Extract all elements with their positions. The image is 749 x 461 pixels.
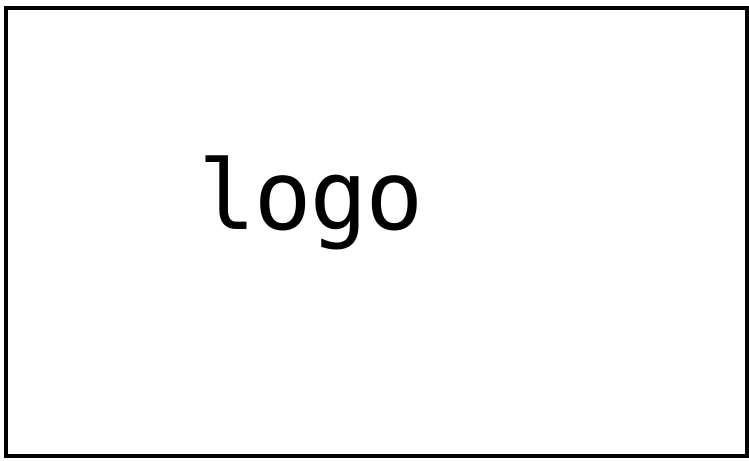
logo-placeholder-frame: logo <box>4 6 749 458</box>
logo-text: logo <box>198 140 423 252</box>
